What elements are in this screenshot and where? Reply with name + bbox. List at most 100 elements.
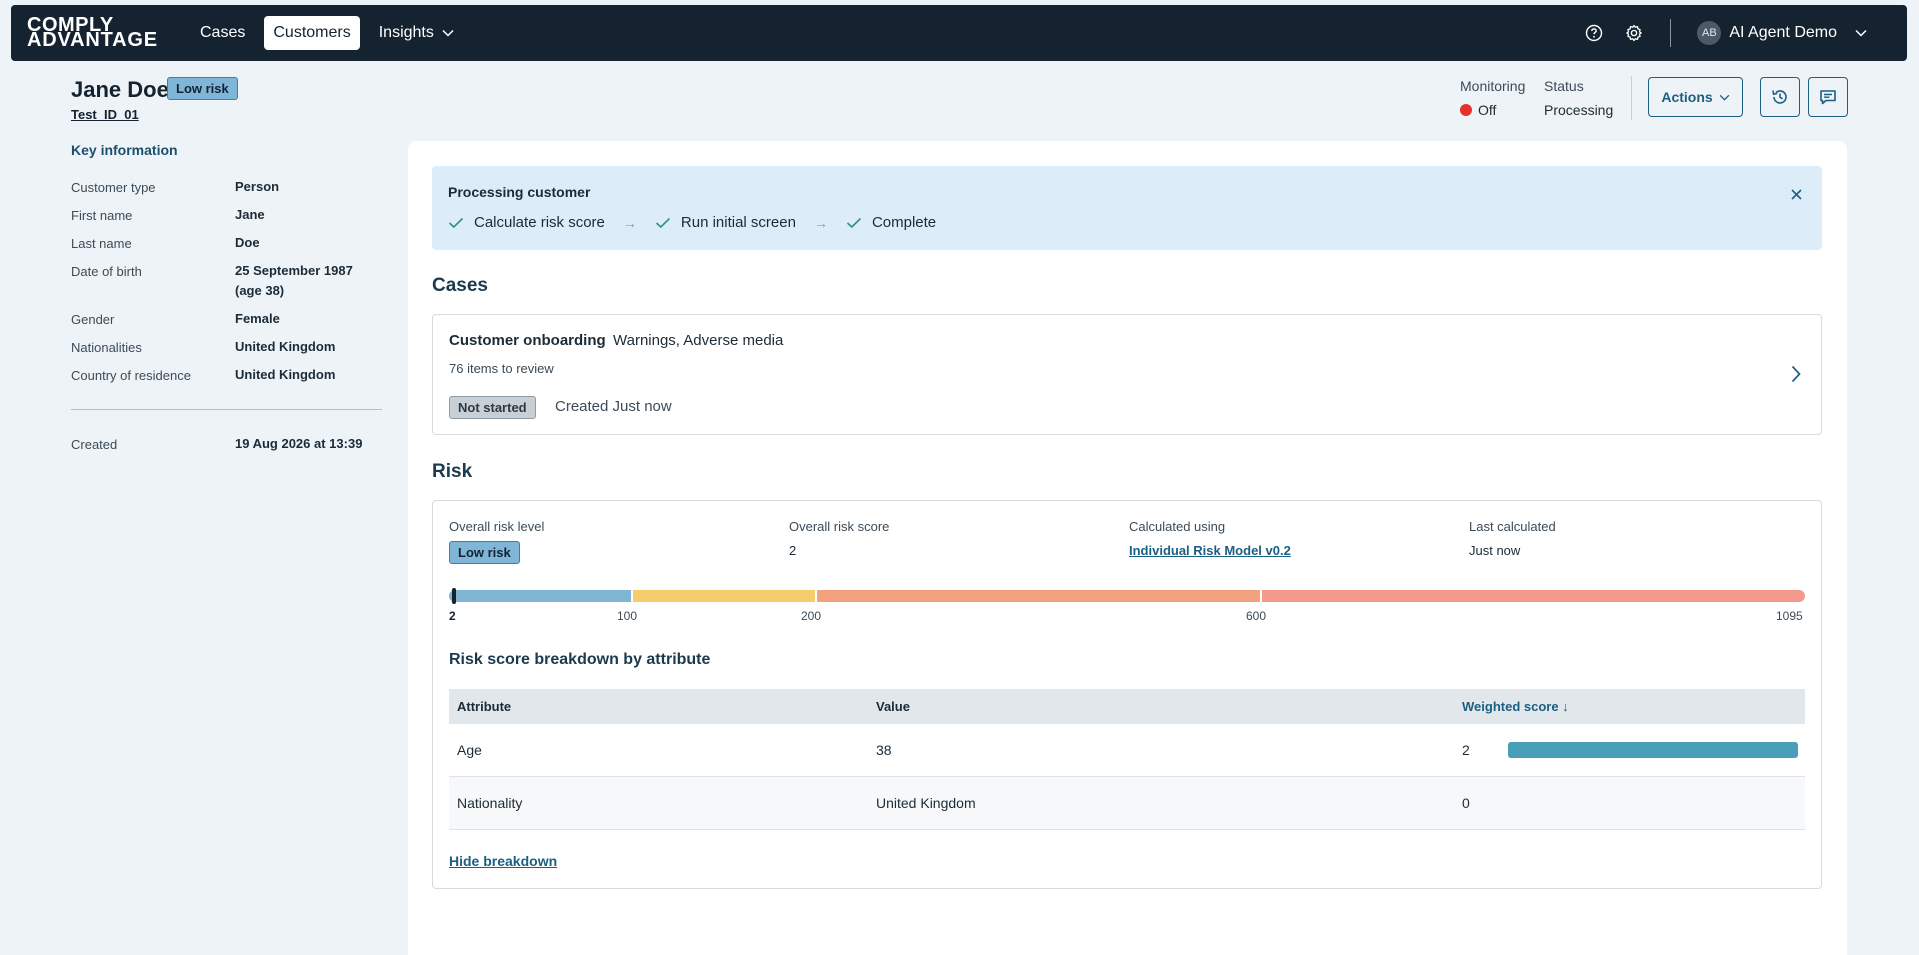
nav-item-customers[interactable]: Customers (264, 16, 360, 50)
processing-banner: Processing customer Calculate risk score… (432, 166, 1822, 250)
monitoring-label: Monitoring (1460, 78, 1526, 94)
step-label: Complete (871, 214, 937, 231)
status-badge: Not started (449, 396, 536, 419)
avatar: AB (1697, 21, 1722, 45)
breakdown-table: Attribute Value Weighted score ↓ Age 38 … (449, 689, 1805, 830)
settings-button[interactable] (1614, 13, 1654, 53)
nav-item-cases[interactable]: Cases (191, 16, 254, 50)
field-label: Gender (71, 312, 115, 327)
case-created: Created Just now (555, 398, 672, 415)
step-label: Calculate risk score (474, 214, 605, 231)
cell-score: 2 (1462, 742, 1470, 758)
overall-risk-level-label: Overall risk level (449, 519, 545, 534)
nav-item-insights[interactable]: Insights (370, 16, 463, 50)
table-header: Attribute Value Weighted score ↓ (449, 689, 1805, 724)
nav-item-label: Insights (378, 24, 434, 41)
cell-score: 0 (1462, 795, 1470, 811)
help-icon (1586, 24, 1603, 42)
field-value: 25 September 1987 (235, 263, 353, 278)
field-label: Customer type (71, 180, 156, 195)
history-icon (1772, 90, 1787, 104)
user-name: AI Agent Demo (1729, 24, 1837, 41)
created-value: 19 Aug 2026 at 13:39 (235, 436, 363, 451)
overall-risk-score-value: 2 (789, 543, 797, 558)
field-value: United Kingdom (235, 367, 336, 382)
cases-section-title: Cases (432, 275, 488, 296)
processing-steps: Calculate risk score → Run initial scree… (448, 214, 936, 231)
last-calculated-label: Last calculated (1469, 519, 1556, 534)
help-button[interactable] (1574, 13, 1614, 53)
close-banner-button[interactable] (1786, 184, 1806, 204)
monitoring-value: Off (1460, 102, 1496, 118)
field-value: Female (235, 311, 280, 326)
field-value-secondary: (age 38) (235, 283, 285, 298)
cell-attribute: Nationality (457, 795, 523, 811)
scale-tick: 2 (449, 609, 456, 623)
risk-model-link[interactable]: Individual Risk Model v0.2 (1129, 543, 1291, 558)
header-divider (1631, 76, 1632, 120)
risk-scale-segment (449, 590, 631, 602)
risk-section-title: Risk (432, 461, 473, 482)
risk-scale-segment (633, 590, 815, 602)
check-icon (448, 217, 464, 228)
logo-line2: ADVANTAGE (27, 29, 158, 51)
company-logo[interactable]: COMPLY ADVANTAGE (27, 15, 167, 51)
step-label: Run initial screen (680, 214, 796, 231)
chevron-down-icon (442, 29, 454, 37)
risk-score-marker (452, 588, 456, 604)
arrow-right-icon: → (622, 214, 637, 231)
last-calculated-value: Just now (1469, 543, 1521, 558)
status-dot-icon (1460, 104, 1472, 116)
field-label: Country of residence (71, 368, 191, 383)
scale-tick: 100 (617, 609, 638, 623)
step-run-initial-screen: Run initial screen (655, 214, 796, 231)
risk-scale-bar (449, 590, 1805, 602)
scale-tick: 600 (1246, 609, 1267, 623)
breakdown-title: Risk score breakdown by attribute (449, 651, 711, 668)
key-information-title: Key information (71, 142, 178, 158)
monitoring-value-text: Off (1478, 102, 1497, 118)
gear-icon (1626, 24, 1643, 42)
customer-name: Jane Doe (71, 77, 169, 102)
chevron-down-icon (1719, 94, 1730, 101)
nav-divider (1670, 19, 1672, 47)
column-header-weighted-score[interactable]: Weighted score ↓ (1462, 699, 1569, 714)
field-label: Nationalities (71, 340, 142, 355)
field-label: First name (71, 208, 133, 223)
case-name: Customer onboarding (449, 332, 606, 349)
nav-item-label: Cases (200, 24, 246, 41)
case-items-count: 76 items to review (449, 361, 554, 376)
processing-title: Processing customer (448, 184, 591, 200)
customer-id-link[interactable]: Test_ID_01 (71, 107, 139, 122)
table-row: Age 38 2 (449, 724, 1805, 777)
table-row: Nationality United Kingdom 0 (449, 777, 1805, 830)
case-types: Warnings, Adverse media (613, 332, 784, 349)
column-header-value: Value (876, 699, 910, 714)
close-icon (1790, 188, 1802, 200)
risk-card: Overall risk level Low risk Overall risk… (432, 500, 1822, 889)
calculated-using-label: Calculated using (1129, 519, 1226, 534)
hide-breakdown-link[interactable]: Hide breakdown (449, 853, 557, 869)
status-label: Status (1544, 78, 1584, 94)
risk-badge: Low risk (167, 77, 238, 100)
arrow-right-icon: → (813, 214, 828, 231)
top-nav-bar: COMPLY ADVANTAGE Cases Customers Insight… (11, 5, 1907, 61)
created-label: Created (71, 437, 118, 452)
field-value: Jane (235, 207, 265, 222)
risk-scale-segment (1262, 590, 1805, 602)
case-card[interactable]: Customer onboarding Warnings, Adverse me… (432, 314, 1822, 435)
field-value: Doe (235, 235, 260, 250)
score-bar (1508, 742, 1798, 758)
actions-button[interactable]: Actions (1648, 77, 1743, 117)
cell-attribute: Age (457, 742, 482, 758)
nav-item-label: Customers (273, 24, 351, 41)
actions-label: Actions (1661, 89, 1713, 105)
comments-button[interactable] (1808, 77, 1848, 117)
field-label: Date of birth (71, 264, 142, 279)
cell-value: United Kingdom (876, 795, 976, 811)
user-menu[interactable]: AB AI Agent Demo (1697, 21, 1867, 45)
divider (71, 409, 382, 410)
step-calculate-risk-score: Calculate risk score (448, 214, 605, 231)
history-button[interactable] (1760, 77, 1800, 117)
chevron-right-icon (1791, 365, 1801, 383)
